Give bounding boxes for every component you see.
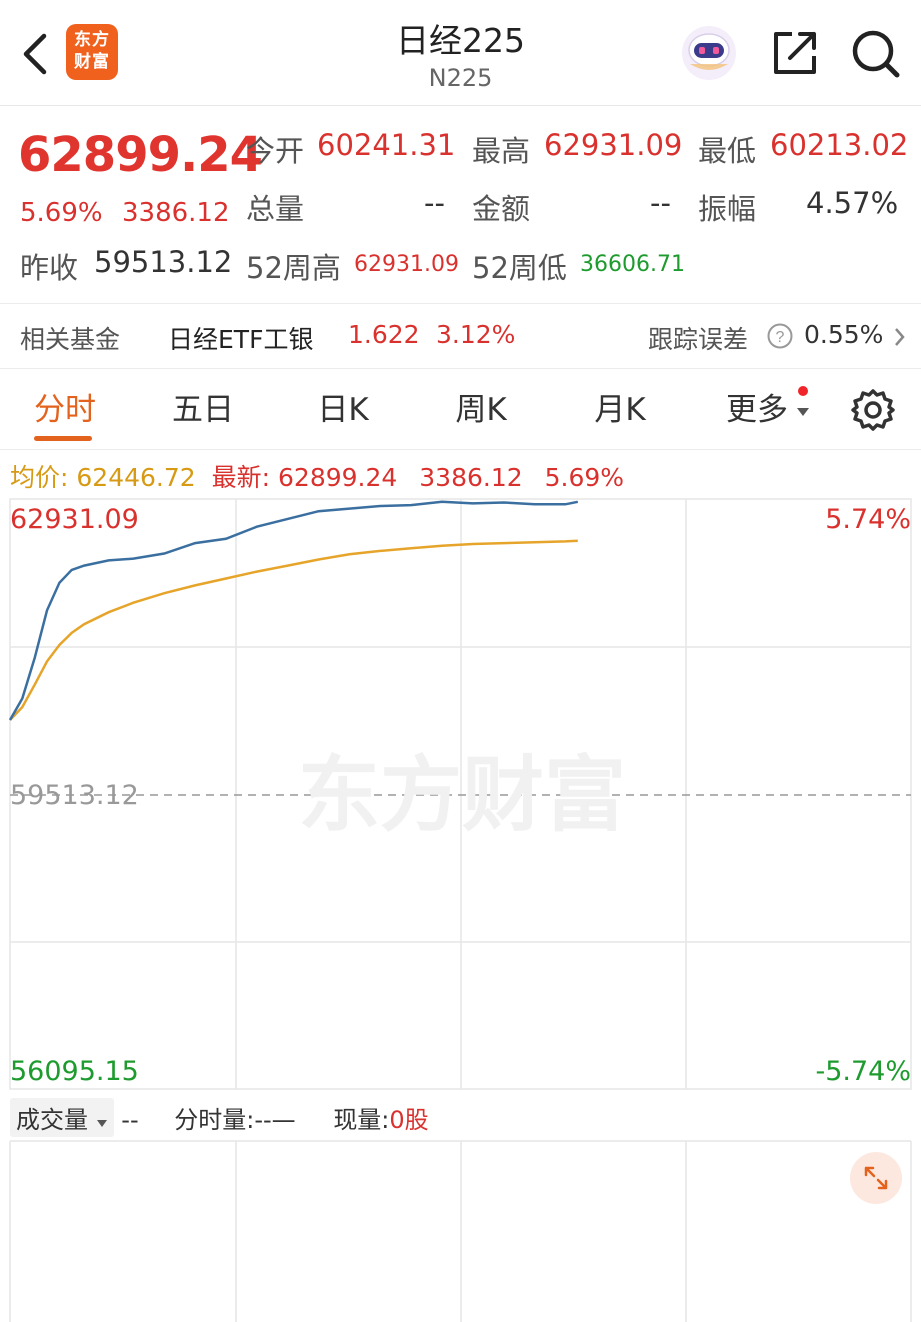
open-value: 60241.31: [317, 128, 456, 162]
chart-top-percent: 5.74%: [825, 504, 911, 535]
week52-low-label: 52周低: [472, 251, 567, 285]
amplitude-label: 振幅: [698, 192, 757, 226]
chart-bottom-price: 56095.15: [10, 1056, 139, 1087]
low-value: 60213.02: [770, 128, 909, 162]
tab-five-day[interactable]: 五日: [168, 384, 238, 429]
chart-bottom-percent: -5.74%: [815, 1056, 911, 1087]
current-price: 62899.24: [18, 127, 263, 183]
volume-indicator-select[interactable]: 成交量: [10, 1098, 114, 1137]
prev-close-value: 59513.12: [94, 245, 233, 279]
volume-info-bar: 成交量 -- 分时量:--— 现量:0股: [10, 1098, 429, 1137]
search-icon[interactable]: [850, 28, 902, 80]
latest-change-percent: 5.69%: [544, 463, 625, 492]
related-fund-label: 相关基金: [20, 325, 121, 354]
notification-dot: [798, 386, 808, 396]
chevron-right-icon[interactable]: [892, 324, 908, 350]
help-icon[interactable]: ?: [766, 322, 794, 350]
dropdown-triangle-icon: [796, 402, 810, 416]
volume-chart: [9, 1140, 912, 1322]
current-volume-value: 0股: [389, 1106, 429, 1134]
expand-icon[interactable]: [850, 1152, 902, 1204]
tracking-error-label[interactable]: 跟踪误差: [648, 320, 748, 356]
related-fund-change: 3.12%: [436, 320, 516, 349]
related-fund-price: 1.622: [348, 320, 420, 349]
tick-volume-label: 分时量:: [174, 1106, 255, 1134]
high-value: 62931.09: [544, 128, 683, 162]
change-percent: 5.69%: [20, 198, 103, 228]
change-amount: 3386.12: [122, 198, 230, 228]
amount-value: --: [650, 186, 671, 220]
latest-change-amount: 3386.12: [419, 463, 523, 492]
share-icon[interactable]: [770, 28, 820, 78]
prev-close-label: 昨收: [20, 251, 79, 285]
watermark: 东方财富: [298, 748, 626, 843]
active-tab-indicator: [34, 436, 92, 441]
current-volume-label: 现量:: [333, 1106, 390, 1134]
volume-label: 总量: [246, 192, 305, 226]
tab-more[interactable]: 更多: [720, 384, 794, 429]
week52-high-label: 52周高: [246, 251, 341, 285]
avg-price-line: [9, 539, 578, 721]
settings-gear-icon[interactable]: [850, 387, 896, 433]
tab-weekly-k[interactable]: 周K: [446, 384, 516, 429]
latest-label: 最新:: [211, 463, 271, 492]
volume-indicator-value: --: [121, 1106, 139, 1134]
divider: [0, 449, 921, 450]
assistant-robot-icon[interactable]: [680, 24, 738, 82]
related-fund-name[interactable]: 日经ETF工银: [168, 320, 313, 356]
price-info-line: 均价: 62446.72 最新: 62899.24 3386.12 5.69%: [10, 458, 624, 494]
tick-volume-value: --—: [254, 1106, 296, 1134]
high-label: 最高: [472, 134, 531, 168]
latest-value: 62899.24: [278, 463, 398, 492]
volume-indicator-label: 成交量: [16, 1106, 88, 1134]
chart-reference-price: 59513.12: [10, 780, 139, 811]
svg-text:?: ?: [776, 329, 785, 346]
header-bar: 东方 财富 日经225 N225: [0, 0, 921, 106]
week52-low-value: 36606.71: [580, 252, 685, 277]
volume-value: --: [424, 186, 445, 220]
tab-daily-k[interactable]: 日K: [308, 384, 378, 429]
chart-top-price: 62931.09: [10, 504, 139, 535]
divider: [0, 368, 921, 369]
tab-monthly-k[interactable]: 月K: [585, 384, 655, 429]
open-label: 今开: [246, 134, 305, 168]
chevron-down-icon: [96, 1120, 107, 1127]
divider: [0, 303, 921, 304]
low-label: 最低: [698, 134, 757, 168]
tab-intraday[interactable]: 分时: [30, 384, 100, 429]
avg-price-label: 均价:: [10, 463, 69, 492]
amplitude-value: 4.57%: [806, 186, 899, 220]
week52-high-value: 62931.09: [354, 252, 459, 277]
amount-label: 金额: [472, 192, 531, 226]
avg-price-value: 62446.72: [76, 463, 196, 492]
tracking-error-value: 0.55%: [804, 320, 884, 349]
